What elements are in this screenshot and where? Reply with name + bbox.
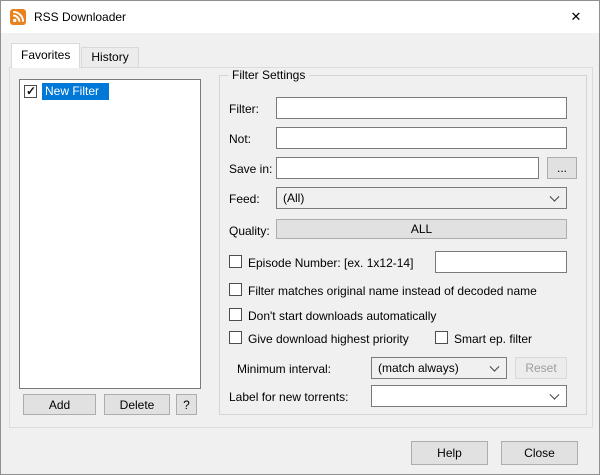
add-button[interactable]: Add	[23, 394, 96, 415]
rss-icon	[10, 9, 26, 25]
close-button[interactable]: Close	[501, 441, 578, 465]
save-in-input[interactable]	[276, 157, 539, 179]
filter-list[interactable]: New Filter	[19, 79, 201, 389]
delete-button[interactable]: Delete	[104, 394, 170, 415]
torrent-label-dropdown[interactable]	[371, 385, 567, 407]
save-in-label: Save in:	[229, 162, 273, 176]
quality-label: Quality:	[229, 224, 270, 238]
titlebar[interactable]: RSS Downloader ✕	[1, 1, 599, 33]
episode-number-label[interactable]: Episode Number: [ex. 1x12-14]	[248, 256, 413, 270]
highest-priority-label[interactable]: Give download highest priority	[248, 332, 409, 346]
smart-ep-label[interactable]: Smart ep. filter	[454, 332, 532, 346]
tab-favorites[interactable]: Favorites	[11, 43, 81, 68]
not-input[interactable]	[276, 127, 567, 149]
tab-strip: Favorites History	[11, 43, 140, 68]
chevron-down-icon	[489, 361, 500, 372]
dont-start-label[interactable]: Don't start downloads automatically	[248, 309, 436, 323]
help-button[interactable]: Help	[411, 441, 488, 465]
minimum-interval-dropdown[interactable]: (match always)	[371, 357, 507, 379]
minimum-interval-label: Minimum interval:	[237, 362, 332, 376]
episode-number-input[interactable]	[435, 251, 567, 273]
group-title: Filter Settings	[228, 68, 310, 82]
filter-input[interactable]	[276, 97, 567, 119]
new-filter-checkbox[interactable]	[24, 84, 37, 98]
chevron-down-icon	[549, 389, 560, 400]
rss-downloader-dialog: RSS Downloader ✕ Favorites History New F…	[0, 0, 600, 475]
feed-label: Feed:	[229, 192, 260, 206]
list-item[interactable]: New Filter	[22, 82, 198, 100]
torrent-label-label: Label for new torrents:	[229, 390, 349, 404]
chevron-down-icon	[549, 191, 560, 202]
list-help-button[interactable]: ?	[176, 394, 197, 415]
feed-dropdown[interactable]: (All)	[276, 187, 567, 209]
minimum-interval-value: (match always)	[378, 361, 459, 375]
browse-button[interactable]: ...	[547, 157, 577, 179]
feed-value: (All)	[283, 191, 305, 205]
close-icon[interactable]: ✕	[553, 1, 599, 33]
original-name-label[interactable]: Filter matches original name instead of …	[248, 284, 537, 298]
window-title: RSS Downloader	[34, 10, 127, 24]
filter-label: Filter:	[229, 102, 259, 116]
quality-button[interactable]: ALL	[276, 219, 567, 239]
reset-button: Reset	[515, 357, 567, 379]
tab-history[interactable]: History	[81, 47, 139, 68]
not-label: Not:	[229, 132, 252, 146]
list-item-label[interactable]: New Filter	[42, 82, 110, 100]
